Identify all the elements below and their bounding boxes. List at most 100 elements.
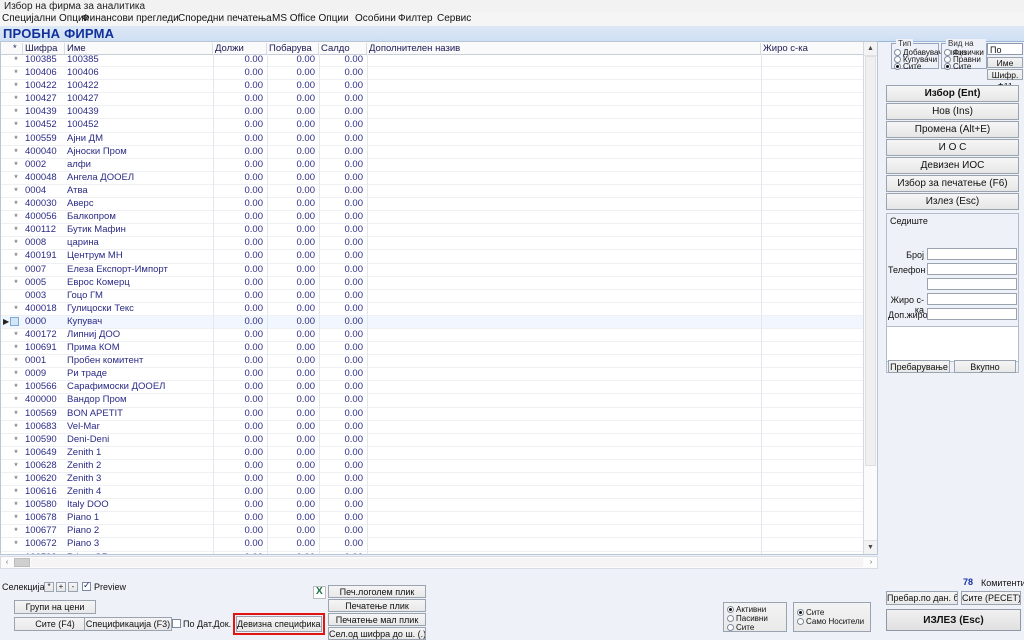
row-star-marker[interactable]: * (11, 525, 21, 537)
print-small-envelope-button[interactable]: Печатење мал плик (328, 613, 426, 626)
devizna-specification-f7-button[interactable]: Девизна спецификa.(F7) (236, 616, 322, 632)
table-row[interactable]: * 100677 Piano 2 0.00 0.00 0.00 (1, 525, 877, 539)
exit-panel-button[interactable]: Излез (Esc) (886, 193, 1019, 210)
selection-minus-button[interactable]: - (68, 582, 78, 592)
row-star-marker[interactable]: * (11, 421, 21, 433)
scroll-right-icon[interactable]: › (865, 557, 877, 568)
row-star-marker[interactable]: * (11, 499, 21, 511)
row-star-marker[interactable]: * (11, 198, 21, 210)
table-row[interactable]: ▶ 0000 Купувач 0.00 0.00 0.00 (1, 315, 877, 329)
table-row[interactable]: * 100452 100452 0.00 0.00 0.00 (1, 119, 877, 133)
row-star-marker[interactable]: * (11, 264, 21, 276)
row-star-marker[interactable]: * (11, 512, 21, 524)
search-by-tax-number-button[interactable]: Пребар.по дан. бр (886, 591, 958, 605)
table-row[interactable]: * 100678 Piano 1 0.00 0.00 0.00 (1, 512, 877, 526)
table-row[interactable]: * 100422 100422 0.00 0.00 0.00 (1, 80, 877, 94)
row-star-marker[interactable]: * (11, 473, 21, 485)
table-row[interactable]: * 100406 100406 0.00 0.00 0.00 (1, 67, 877, 81)
table-row[interactable]: * 100616 Zenith 4 0.00 0.00 0.00 (1, 486, 877, 500)
select-button[interactable]: Избор (Ent) (886, 85, 1019, 102)
menu-item-5[interactable]: Филтер (398, 13, 433, 24)
menu-item-6[interactable]: Сервис (437, 13, 471, 24)
table-row[interactable]: * 100566 Сарафимоски ДООЕЛ 0.00 0.00 0.00 (1, 381, 877, 395)
table-row[interactable]: *100592Prima OP0.000.000.00 (1, 552, 877, 554)
row-selection-marker[interactable] (10, 316, 19, 326)
print-large-envelope-logo-button[interactable]: Печ.логолем плик (328, 585, 426, 598)
row-star-marker[interactable]: * (11, 133, 21, 145)
horizontal-scroll-thumb[interactable] (14, 558, 30, 567)
table-row[interactable]: * 0008 царина 0.00 0.00 0.00 (1, 237, 877, 251)
row-star-marker[interactable]: * (11, 368, 21, 380)
sort-by-code-button[interactable]: Шифр. Ф11 (987, 69, 1023, 91)
row-star-marker[interactable]: * (11, 185, 21, 197)
table-row[interactable]: * 400172 Липниј ДОО 0.00 0.00 0.00 (1, 329, 877, 343)
row-star-marker[interactable]: * (11, 224, 21, 236)
row-star-marker[interactable]: * (11, 146, 21, 158)
table-row[interactable]: * 0005 Еврос Комерц 0.00 0.00 0.00 (1, 277, 877, 290)
radio-carrier-only[interactable]: Само Носители (797, 617, 864, 626)
table-row[interactable]: * 100385 100385 0.00 0.00 0.00 (1, 54, 877, 68)
grid-body[interactable]: * 100385 100385 0.00 0.00 0.00 * 100406 100406 0.… (1, 54, 877, 554)
preview-checkbox[interactable] (82, 580, 91, 591)
search-button[interactable]: Пребарување (888, 360, 950, 373)
companies-grid[interactable]: * Шифра Име Должи Побарува Салдо Дополнителен … (0, 41, 878, 555)
row-star-marker[interactable]: * (11, 460, 21, 472)
print-envelope-button[interactable]: Печатење плик (328, 599, 426, 612)
menu-item-4[interactable]: Особини (355, 13, 396, 24)
horizontal-scroll-track[interactable] (31, 558, 863, 567)
ios-button[interactable]: И О С (886, 139, 1019, 156)
table-row[interactable]: * 0002 алфи 0.00 0.00 0.00 (1, 159, 877, 172)
table-row[interactable]: * 400112 Бутик Мафин 0.00 0.00 0.00 (1, 224, 877, 238)
table-row[interactable]: * 100691 Прима КОМ 0.00 0.00 0.00 (1, 342, 877, 356)
table-row[interactable]: * 100649 Zenith 1 0.00 0.00 0.00 (1, 447, 877, 460)
specification-f3-button[interactable]: Спецификација (F3) (84, 617, 172, 631)
grid-column-header-sifra[interactable]: Шифра (23, 43, 65, 54)
row-star-marker[interactable]: * (11, 342, 21, 354)
sort-by-name-button[interactable]: Име Ф12 (987, 57, 1023, 79)
table-row[interactable]: * 400000 Вандор Пром 0.00 0.00 0.00 (1, 394, 877, 408)
menu-item-2[interactable]: Споредни печатења (178, 13, 272, 24)
row-star-marker[interactable]: * (11, 80, 21, 92)
table-row[interactable]: * 100439 100439 0.00 0.00 0.00 (1, 106, 877, 120)
scroll-down-icon[interactable]: ▼ (864, 540, 877, 554)
telefon-second-field[interactable] (927, 278, 1017, 290)
table-row[interactable]: * 100590 Deni-Deni 0.00 0.00 0.00 (1, 434, 877, 447)
exit-button[interactable]: ИЗЛЕЗ (Esc) (886, 609, 1021, 631)
scroll-left-icon[interactable]: ‹ (1, 557, 13, 568)
row-star-marker[interactable]: * (11, 159, 21, 171)
row-star-marker[interactable]: * (11, 329, 21, 341)
row-star-marker[interactable]: * (11, 303, 21, 315)
by-document-date-checkbox[interactable] (172, 619, 181, 628)
table-row[interactable]: * 100672 Piano 3 0.00 0.00 0.00 (1, 538, 877, 552)
row-star-marker[interactable]: * (11, 119, 21, 131)
table-row[interactable]: * 0004 Атва 0.00 0.00 0.00 (1, 185, 877, 199)
row-star-marker[interactable]: * (11, 355, 21, 367)
table-row[interactable]: 0003 Гоцо ГМ 0.00 0.00 0.00 (1, 290, 877, 303)
total-button[interactable]: Вкупно (954, 360, 1016, 373)
table-row[interactable]: * 400048 Ангела ДООЕЛ 0.00 0.00 0.00 (1, 172, 877, 185)
radio-type-all[interactable]: Сите (894, 62, 921, 71)
table-row[interactable]: * 0009 Ри траде 0.00 0.00 0.00 (1, 368, 877, 382)
broj-field[interactable] (927, 248, 1017, 260)
row-star-marker[interactable]: * (11, 54, 21, 66)
table-row[interactable]: * 100559 Ајни ДМ 0.00 0.00 0.00 (1, 133, 877, 146)
table-row[interactable]: * 400018 Гулицоски Текс 0.00 0.00 0.00 (1, 303, 877, 316)
grid-horizontal-scrollbar[interactable]: ‹ › (0, 556, 878, 569)
grid-vertical-scrollbar[interactable]: ▲ ▼ (863, 42, 877, 554)
scroll-up-icon[interactable]: ▲ (864, 42, 877, 56)
table-row[interactable]: * 0007 Елеза Експорт-Импорт 0.00 0.00 0.00 (1, 264, 877, 277)
excel-export-icon[interactable] (313, 586, 326, 599)
price-groups-button[interactable]: Групи на цени (14, 600, 96, 614)
menu-item-1[interactable]: Финансови прегледи (82, 13, 179, 24)
menu-item-3[interactable]: MS Office Опции (272, 13, 349, 24)
telefon-field[interactable] (927, 263, 1017, 275)
vertical-scroll-thumb[interactable] (865, 56, 876, 466)
row-star-marker[interactable]: * (11, 394, 21, 406)
reset-all-button[interactable]: Сите (РЕСЕТ) (961, 591, 1021, 605)
notes-area[interactable] (886, 326, 1019, 362)
table-row[interactable]: * 100580 Italy DOO 0.00 0.00 0.00 (1, 499, 877, 513)
grid-column-header-pobaruva[interactable]: Побарува (267, 43, 319, 54)
grid-column-header-mark[interactable]: * (11, 43, 23, 54)
radio-carrier-all[interactable]: Сите (797, 608, 824, 617)
grid-column-header-saldo[interactable]: Салдо (319, 43, 367, 54)
